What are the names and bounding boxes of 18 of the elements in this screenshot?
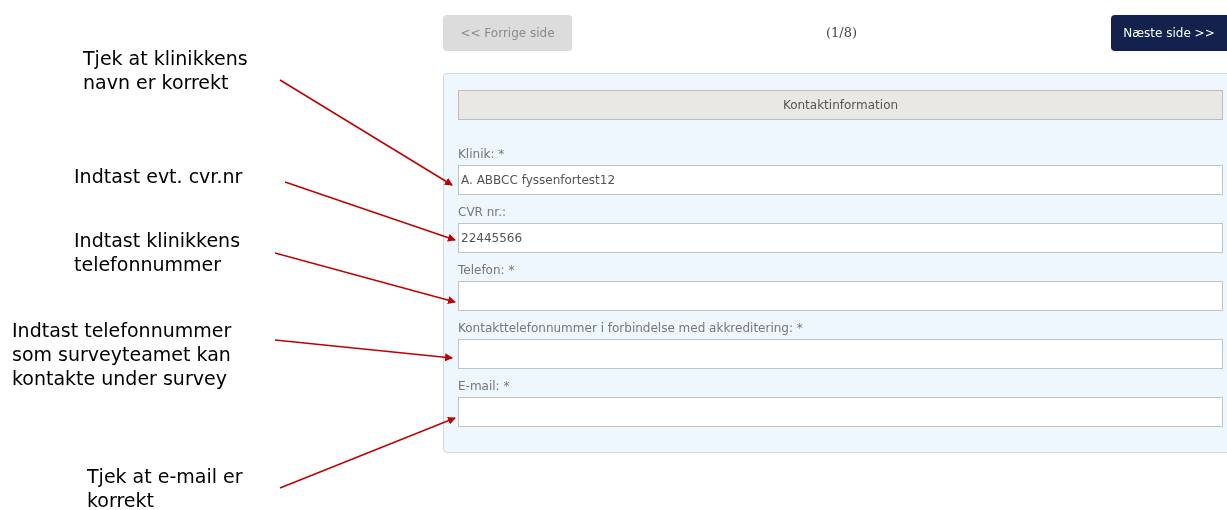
text-field[interactable] xyxy=(458,281,1223,311)
annotation-text: Tjek at e-mail er korrekt xyxy=(87,464,243,510)
annotation-text: Indtast telefonnummer som surveyteamet kan kontakte under survey xyxy=(12,318,232,390)
text-field[interactable]: 22445566 xyxy=(458,223,1223,253)
page-indicator: (1/8) xyxy=(825,24,858,43)
section-header: Kontaktinformation xyxy=(458,90,1223,120)
field-label: Kontakttelefonnummer i forbindelse med akkreditering: * xyxy=(458,320,804,337)
text-field[interactable] xyxy=(458,397,1223,427)
annotation-text: Indtast evt. cvr.nr xyxy=(74,164,243,188)
field-label: CVR nr.: xyxy=(458,204,508,221)
text-field[interactable] xyxy=(458,339,1223,369)
field-label: Klinik: * xyxy=(458,146,506,163)
annotation-text: Indtast klinikkens telefonnummer xyxy=(74,228,241,276)
next-page-button[interactable]: Næste side >> xyxy=(1111,15,1227,51)
field-label: Telefon: * xyxy=(458,262,516,279)
annotation-text: Tjek at klinikkens navn er korrekt xyxy=(83,46,248,94)
text-field[interactable]: A. ABBCC fyssenfortest12 xyxy=(458,165,1223,195)
field-label: E-mail: * xyxy=(458,378,511,395)
